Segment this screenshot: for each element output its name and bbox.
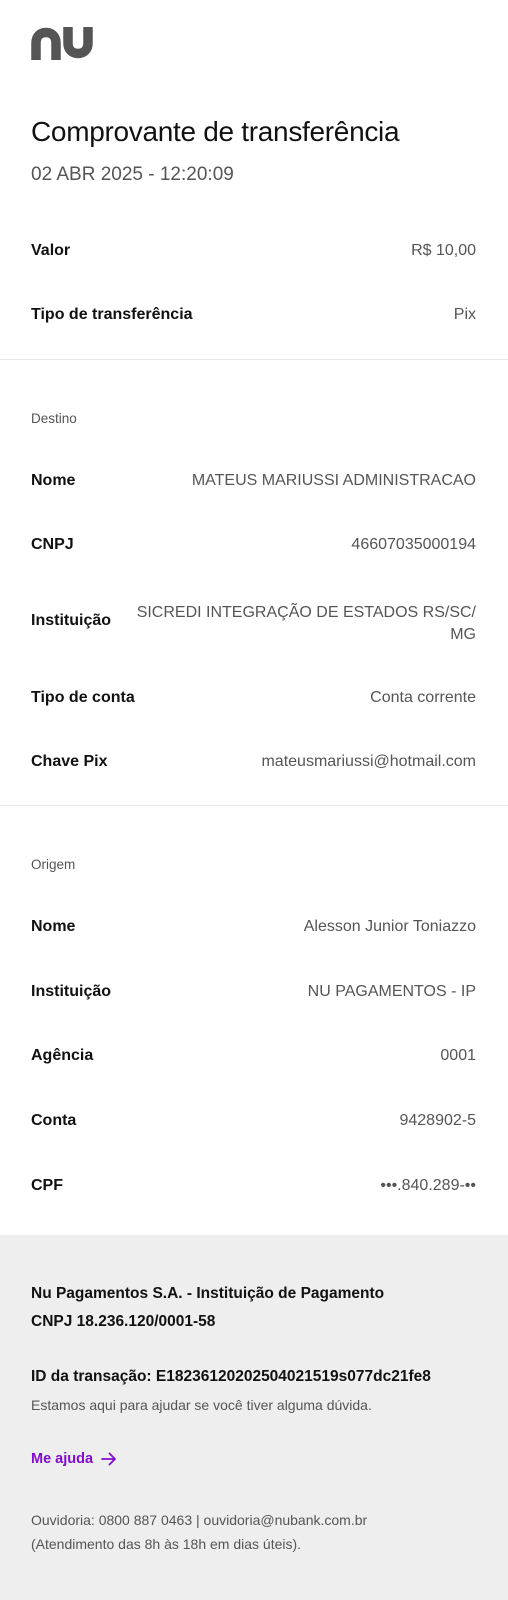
destination-account-type-label: Tipo de conta — [31, 689, 135, 706]
amount-label: Valor — [31, 242, 71, 259]
destination-institution-value: SICREDI INTEGRAÇÃO DE ESTADOS RS/SC/ MG — [136, 604, 476, 643]
help-link[interactable]: Me ajuda — [31, 1451, 117, 1467]
destination-name-label: Nome — [31, 472, 76, 489]
destination-account-type-value: Conta corrente — [370, 689, 476, 706]
origin-institution-label: Instituição — [31, 983, 112, 1000]
nubank-logo-icon — [31, 27, 93, 60]
origin-section-label: Origem — [31, 857, 76, 872]
section-divider — [0, 359, 508, 360]
destination-section-label: Destino — [31, 411, 77, 426]
destination-institution-label: Instituição — [31, 612, 112, 629]
company-cnpj: CNPJ 18.236.120/0001-58 — [31, 1313, 216, 1330]
origin-cpf-label: CPF — [31, 1177, 63, 1194]
origin-account-label: Conta — [31, 1112, 77, 1129]
origin-agency-label: Agência — [31, 1047, 94, 1064]
section-divider — [0, 805, 508, 806]
arrow-right-icon — [101, 1452, 116, 1466]
transfer-type-label: Tipo de transferência — [31, 306, 193, 323]
transfer-receipt-page: Comprovante de transferência 02 ABR 2025… — [0, 0, 508, 1600]
destination-name-value: MATEUS MARIUSSI ADMINISTRACAO — [191, 472, 476, 489]
transfer-datetime: 02 ABR 2025 - 12:20:09 — [31, 164, 234, 185]
receipt-footer: Nu Pagamentos S.A. - Instituição de Paga… — [0, 1235, 508, 1600]
destination-cnpj-label: CNPJ — [31, 536, 74, 553]
ombudsman-contact: Ouvidoria: 0800 887 0463 | ouvidoria@nub… — [31, 1512, 368, 1528]
transaction-id: ID da transação: E18236120202504021519s0… — [31, 1368, 431, 1385]
origin-account-value: 9428902-5 — [399, 1112, 476, 1129]
origin-name-label: Nome — [31, 918, 76, 935]
destination-pix-key-value: mateusmariussi@hotmail.com — [261, 753, 476, 770]
origin-institution-value: NU PAGAMENTOS - IP — [307, 983, 476, 1000]
ombudsman-hours: (Atendimento das 8h às 18h em dias úteis… — [31, 1536, 302, 1552]
origin-agency-value: 0001 — [440, 1047, 476, 1064]
help-text: Estamos aqui para ajudar se você tiver a… — [31, 1397, 372, 1413]
amount-value: R$ 10,00 — [411, 242, 476, 259]
destination-cnpj-value: 46607035000194 — [351, 536, 476, 553]
transfer-type-value: Pix — [453, 306, 476, 323]
origin-name-value: Alesson Junior Toniazzo — [303, 918, 476, 935]
help-link-label: Me ajuda — [31, 1451, 94, 1467]
company-name: Nu Pagamentos S.A. - Instituição de Paga… — [31, 1285, 385, 1302]
page-title: Comprovante de transferência — [31, 116, 400, 147]
destination-pix-key-label: Chave Pix — [31, 753, 108, 770]
origin-cpf-value: •••.840.289-•• — [380, 1177, 476, 1194]
